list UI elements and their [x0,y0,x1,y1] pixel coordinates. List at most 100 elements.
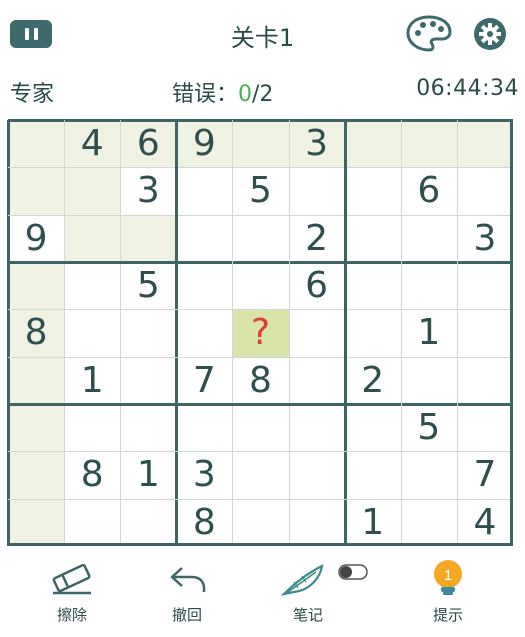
sudoku-cell[interactable] [120,499,176,546]
sudoku-cell[interactable] [289,499,345,546]
sudoku-cell[interactable]: 5 [120,262,176,309]
sudoku-cell[interactable] [8,356,65,404]
sudoku-cell[interactable] [64,404,120,451]
sudoku-cell[interactable]: 1 [64,357,120,404]
sudoku-cell[interactable] [176,167,232,214]
undo-button[interactable]: 撤回 [137,556,237,626]
sudoku-cell[interactable] [8,262,65,310]
sudoku-cell[interactable] [289,404,345,451]
sudoku-board: 4 6 9 3 3 5 6 9 2 3 5 6 8? 1 1 7 8 2 5 8 1 3 7 8 1 4 [7,119,513,546]
box-divider [175,120,178,546]
sudoku-cell[interactable] [120,404,176,451]
sudoku-cell[interactable] [457,167,513,214]
sudoku-cell[interactable]: 2 [345,357,401,404]
sudoku-cell[interactable]: 5 [401,404,457,451]
sudoku-cell[interactable] [457,262,513,309]
sudoku-cell[interactable] [344,120,401,168]
sudoku-cell[interactable] [8,120,65,168]
grid-line [8,215,513,216]
sudoku-cell[interactable]: 8 [232,357,288,404]
sudoku-cell[interactable] [64,167,121,215]
palette-icon [406,15,452,52]
undo-label: 撤回 [171,606,202,624]
sudoku-cell[interactable] [64,214,121,262]
notes-button[interactable]: 笔记 [258,556,368,626]
sudoku-cell[interactable] [401,451,457,498]
sudoku-cell[interactable]: 9 [176,120,233,168]
sudoku-cell[interactable] [64,262,120,309]
errors-max: /2 [252,82,274,107]
sudoku-cell[interactable]: 7 [457,451,513,498]
sudoku-cell[interactable]: 8 [8,309,65,357]
sudoku-cell[interactable]: 6 [120,120,177,168]
sudoku-cell[interactable]: 4 [457,499,513,546]
sudoku-cell[interactable]: 5 [232,167,288,214]
grid-line [8,309,513,310]
sudoku-cell[interactable]: 6 [401,167,457,214]
sudoku-cell[interactable] [8,167,65,215]
sudoku-cell[interactable] [401,357,457,404]
sudoku-cell[interactable] [176,309,232,356]
sudoku-cell[interactable] [120,309,176,356]
sudoku-cell[interactable]: 1 [120,451,176,498]
sudoku-cell[interactable]: 9 [8,215,64,262]
sudoku-cell[interactable] [289,167,345,214]
sudoku-cell[interactable] [8,451,65,499]
sudoku-cell[interactable] [232,451,288,498]
sudoku-cell[interactable] [289,309,345,356]
box-divider [7,120,10,546]
sudoku-cell[interactable] [232,404,288,451]
sudoku-cell[interactable]: 8 [64,451,120,498]
sudoku-cell[interactable] [64,499,120,546]
sudoku-cell[interactable]: 6 [289,262,345,309]
erase-button[interactable]: 擦除 [22,556,122,626]
hint-count: 1 [444,567,452,584]
sudoku-cell[interactable] [232,499,288,546]
sudoku-cell[interactable] [120,357,176,404]
sudoku-cell[interactable] [345,215,401,262]
sudoku-cell[interactable] [345,404,401,451]
sudoku-cell[interactable] [345,167,401,214]
sudoku-cell[interactable] [289,357,345,404]
sudoku-cell[interactable]: 7 [176,357,232,404]
sudoku-cell[interactable] [457,404,513,451]
sudoku-cell[interactable] [8,498,65,546]
difficulty-label: 专家 [10,82,55,107]
sudoku-cell[interactable] [457,309,513,356]
sudoku-cell[interactable] [232,215,288,262]
bottom-toolbar: 擦除 撤回 笔记 1 提示 [0,556,525,637]
sudoku-cell[interactable] [400,120,457,168]
sudoku-cell[interactable] [176,215,232,262]
sudoku-cell[interactable] [176,404,232,451]
sudoku-cell[interactable]: 1 [401,309,457,356]
sudoku-cell[interactable] [401,262,457,309]
undo-icon [170,567,206,592]
sudoku-cell[interactable] [8,404,65,452]
sudoku-cell[interactable]: 4 [64,120,121,168]
sudoku-cell[interactable] [64,309,120,356]
selected-cell[interactable]: ? [232,309,289,357]
sudoku-cell[interactable] [456,120,513,168]
sudoku-cell[interactable]: 3 [120,167,176,214]
sudoku-cell[interactable] [345,262,401,309]
sudoku-cell[interactable]: 8 [176,499,232,546]
sudoku-cell[interactable] [345,309,401,356]
notes-toggle[interactable] [338,564,368,580]
sudoku-cell[interactable] [232,120,289,168]
sudoku-cell[interactable] [232,262,288,309]
sudoku-cell[interactable]: 1 [345,499,401,546]
sudoku-cell[interactable] [345,451,401,498]
sudoku-cell[interactable] [120,214,177,262]
settings-button[interactable] [472,16,508,52]
sudoku-cell[interactable] [401,215,457,262]
sudoku-cell[interactable] [401,499,457,546]
palette-button[interactable] [405,14,453,54]
sudoku-cell[interactable] [289,451,345,498]
sudoku-cell[interactable] [457,357,513,404]
sudoku-cell[interactable]: 3 [176,451,232,498]
sudoku-cell[interactable]: 3 [288,120,345,168]
sudoku-cell[interactable]: 2 [289,215,345,262]
sudoku-cell[interactable] [176,262,232,309]
sudoku-cell[interactable]: 3 [457,215,513,262]
hint-button[interactable]: 1 提示 [398,556,498,626]
